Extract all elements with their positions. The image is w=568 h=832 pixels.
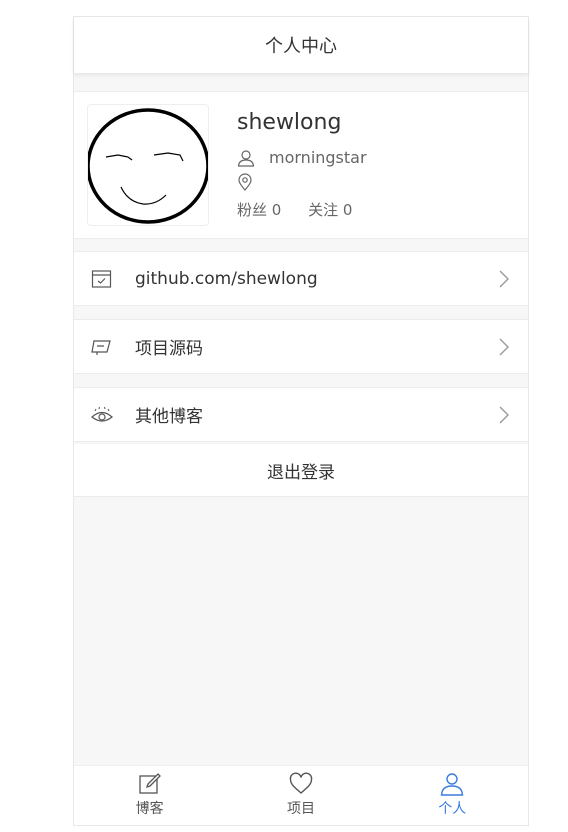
tab-label: 个人 bbox=[438, 801, 467, 817]
chevron-right-icon bbox=[499, 338, 509, 356]
phone-frame: 个人中心 shewlong morningstar 粉丝 0 关注 0 gith… bbox=[73, 16, 529, 826]
menu-label: 其他博客 bbox=[135, 407, 203, 427]
menu-label: 项目源码 bbox=[135, 339, 203, 359]
stats-line: 粉丝 0 关注 0 bbox=[237, 199, 374, 220]
book-icon bbox=[91, 340, 111, 355]
follow-count[interactable]: 关注 0 bbox=[308, 201, 352, 219]
calendar-icon bbox=[91, 270, 112, 288]
user-icon bbox=[237, 149, 255, 167]
tab-label: 博客 bbox=[135, 801, 164, 817]
avatar[interactable] bbox=[86, 104, 210, 226]
logout-button[interactable]: 退出登录 bbox=[74, 444, 528, 497]
logout-label: 退出登录 bbox=[267, 462, 335, 483]
menu-label: github.com/shewlong bbox=[135, 268, 318, 289]
fans-count[interactable]: 粉丝 0 bbox=[237, 201, 281, 219]
tab-blog[interactable]: 博客 bbox=[74, 766, 225, 825]
nickname-line: morningstar bbox=[237, 148, 367, 167]
menu-item-source[interactable]: 项目源码 bbox=[74, 319, 528, 374]
smiley-avatar-image bbox=[86, 108, 210, 224]
edit-icon bbox=[139, 773, 161, 794]
chevron-right-icon bbox=[499, 406, 509, 424]
nickname: morningstar bbox=[269, 148, 367, 167]
bottom-tab-bar: 博客 项目 个人 bbox=[74, 765, 528, 825]
menu-item-other-blogs[interactable]: 其他博客 bbox=[74, 387, 528, 442]
location-pin-icon bbox=[238, 173, 252, 191]
tab-profile[interactable]: 个人 bbox=[377, 766, 528, 825]
tab-label: 项目 bbox=[286, 801, 315, 817]
page-header: 个人中心 bbox=[74, 17, 528, 73]
user-icon bbox=[441, 773, 464, 796]
chevron-right-icon bbox=[499, 270, 509, 288]
username: shewlong bbox=[237, 110, 342, 135]
profile-card[interactable]: shewlong morningstar 粉丝 0 关注 0 bbox=[74, 91, 528, 239]
tab-projects[interactable]: 项目 bbox=[225, 766, 376, 825]
eye-icon bbox=[91, 406, 113, 422]
location-line bbox=[237, 173, 267, 191]
heart-icon bbox=[289, 772, 313, 794]
page-title: 个人中心 bbox=[265, 36, 337, 57]
menu-item-github[interactable]: github.com/shewlong bbox=[74, 251, 528, 306]
